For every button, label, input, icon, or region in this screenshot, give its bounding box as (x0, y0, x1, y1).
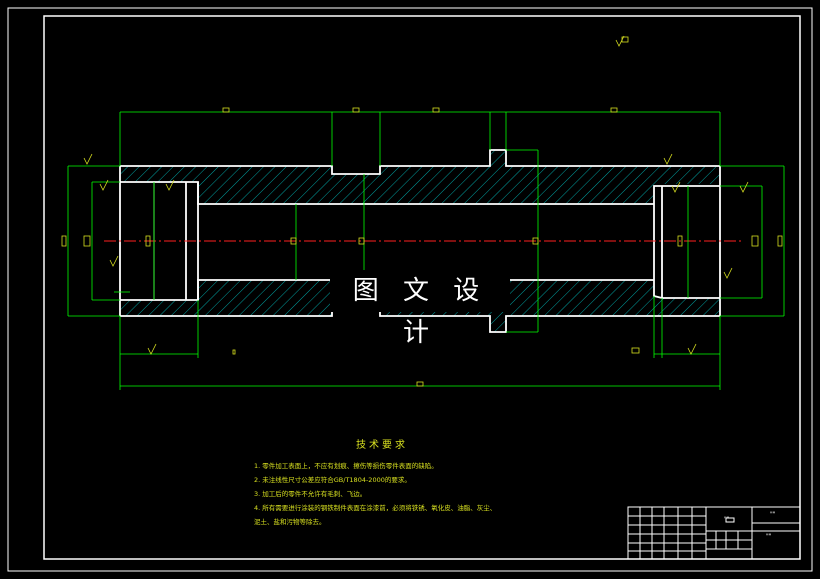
requirement-line-3: 3. 加工后的零件不允许有毛刺、飞边。 (254, 490, 367, 498)
technical-requirements-title: 技术要求 (356, 440, 408, 451)
requirement-line-4: 4. 所有需要进行涂装的钢铁制件表面在涂漆前，必须将铁锈、氧化皮、油脂、灰尘、 (254, 504, 497, 512)
title-block-label-c: "" (766, 533, 772, 540)
requirement-line-1: 1. 零件加工表面上，不应有划痕、擦伤等损伤零件表面的缺陷。 (254, 462, 438, 470)
requirement-line-5: 泥土、盐和污物等除去。 (254, 518, 326, 526)
title-block-label-a: "" (724, 516, 730, 523)
requirement-line-2: 2. 未注线性尺寸公差应符合GB/T1804-2000的要求。 (254, 476, 411, 484)
title-block-label-b: "" (770, 511, 776, 518)
watermark-text: 图 文 设 计 (330, 270, 510, 348)
